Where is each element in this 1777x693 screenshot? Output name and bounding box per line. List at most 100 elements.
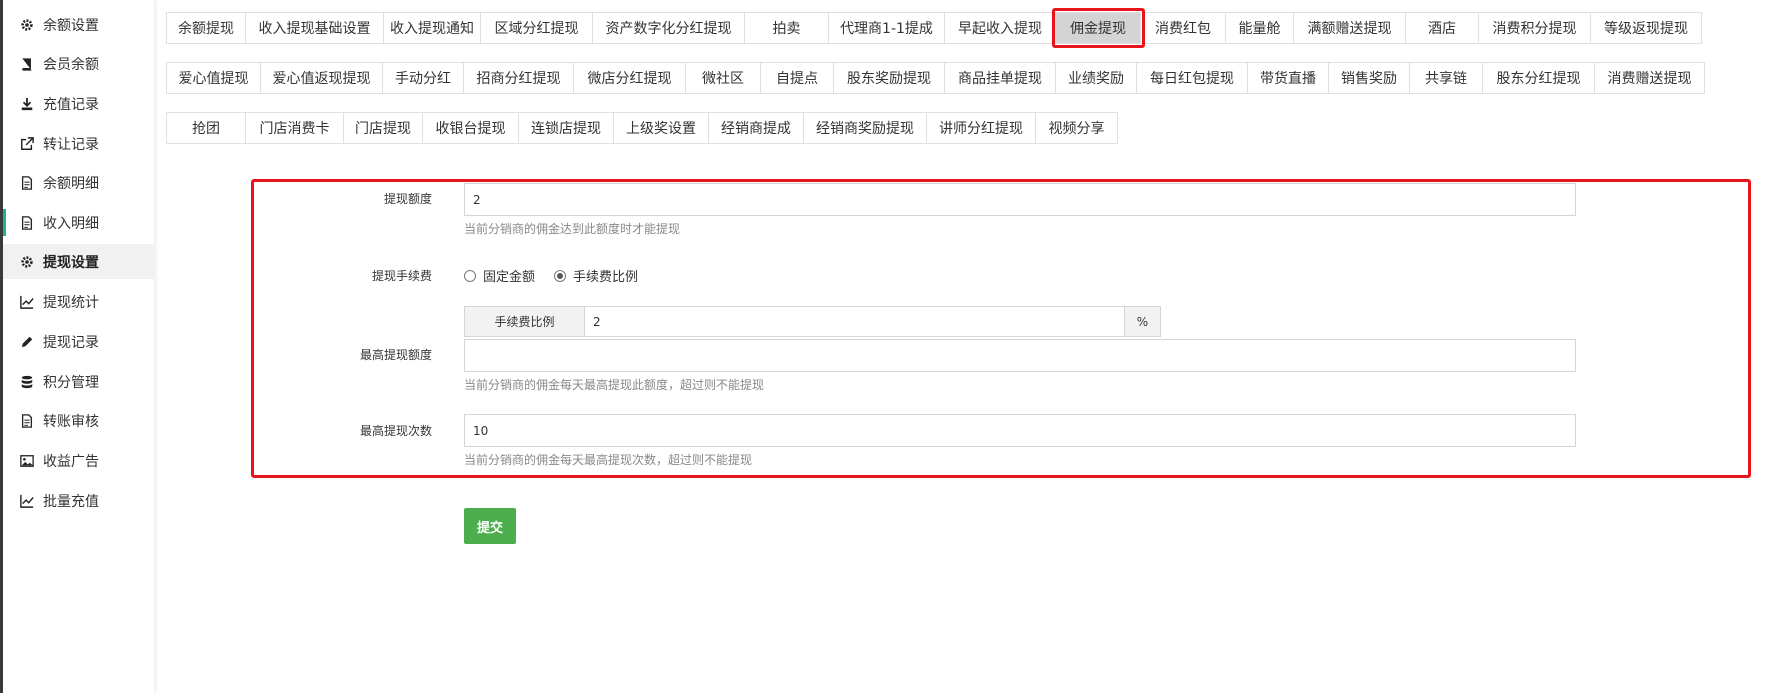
tab-item[interactable]: 拍卖 (744, 12, 829, 44)
tab-item[interactable]: 上级奖设置 (613, 112, 709, 144)
tab-item[interactable]: 共享链 (1409, 62, 1483, 94)
tab-item[interactable]: 余额提现 (166, 12, 246, 44)
tab-item[interactable]: 业绩奖励 (1055, 62, 1137, 94)
tab-item[interactable]: 收入提现通知 (383, 12, 481, 44)
max-amount-help: 当前分销商的佣金每天最高提现此额度，超过则不能提现 (464, 378, 765, 392)
tab-item[interactable]: 招商分红提现 (463, 62, 574, 94)
line-chart-icon (19, 493, 35, 509)
document-icon (19, 175, 35, 191)
sidebar-item-label: 充值记录 (43, 96, 99, 113)
tab-item[interactable]: 连锁店提现 (518, 112, 614, 144)
tab-item[interactable]: 能量舱 (1225, 12, 1294, 44)
tab-item[interactable]: 微店分红提现 (573, 62, 686, 94)
sidebar-item-label: 转账审核 (43, 413, 99, 430)
sidebar-item-balance-details[interactable]: 余额明细 (3, 165, 154, 200)
tab-item[interactable]: 经销商提成 (708, 112, 804, 144)
line-chart-icon (19, 294, 35, 310)
max-count-input[interactable] (464, 414, 1576, 447)
tab-item[interactable]: 抢团 (166, 112, 246, 144)
tab-item[interactable]: 视频分享 (1035, 112, 1118, 144)
tab-item[interactable]: 爱心值提现 (166, 62, 261, 94)
tab-item[interactable]: 销售奖励 (1328, 62, 1410, 94)
gear-icon (19, 254, 35, 270)
fee-fixed-radio[interactable]: 固定金额 (464, 266, 535, 285)
sidebar-item-balance-settings[interactable]: 余额设置 (3, 7, 154, 42)
external-link-icon (19, 136, 35, 152)
withdraw-amount-input[interactable] (464, 183, 1576, 216)
withdraw-amount-help: 当前分销商的佣金达到此额度时才能提现 (464, 222, 681, 236)
sidebar: 余额设置 会员余额 充值记录 转让记录 余额明细 收入明细 提现设置 提现统计 … (3, 0, 154, 693)
tab-item[interactable]: 酒店 (1405, 12, 1479, 44)
tab-item[interactable]: 门店提现 (343, 112, 423, 144)
sidebar-item-member-balance[interactable]: 会员余额 (3, 46, 154, 81)
tab-item[interactable]: 股东奖励提现 (833, 62, 945, 94)
sidebar-item-batch-recharge[interactable]: 批量充值 (3, 483, 154, 518)
tab-item[interactable]: 带货直播 (1247, 62, 1329, 94)
tab-item[interactable]: 每日红包提现 (1136, 62, 1248, 94)
sidebar-item-withdraw-records[interactable]: 提现记录 (3, 324, 154, 359)
sidebar-item-withdraw-stats[interactable]: 提现统计 (3, 284, 154, 319)
tab-item[interactable]: 早起收入提现 (944, 12, 1056, 44)
sidebar-item-label: 积分管理 (43, 374, 99, 391)
sidebar-item-recharge-records[interactable]: 充值记录 (3, 86, 154, 121)
tab-item[interactable]: 经销商奖励提现 (803, 112, 927, 144)
tab-item[interactable]: 消费红包 (1140, 12, 1226, 44)
image-icon (19, 453, 35, 469)
tab-item[interactable]: 消费赠送提现 (1594, 62, 1705, 94)
tab-item[interactable]: 商品挂单提现 (944, 62, 1056, 94)
sidebar-item-transfer-review[interactable]: 转账审核 (3, 403, 154, 438)
sidebar-item-label: 提现设置 (43, 254, 99, 271)
tab-commission-withdraw[interactable]: 佣金提现 (1055, 12, 1141, 44)
sidebar-item-income-details[interactable]: 收入明细 (3, 205, 154, 240)
tab-row-2: 爱心值提现 爱心值返现提现 手动分红 招商分红提现 微店分红提现 微社区 自提点… (166, 62, 1705, 94)
tab-item[interactable]: 爱心值返现提现 (260, 62, 383, 94)
tab-item[interactable]: 收入提现基础设置 (245, 12, 384, 44)
tab-item[interactable]: 消费积分提现 (1478, 12, 1591, 44)
document-icon (19, 413, 35, 429)
database-icon (19, 374, 35, 390)
sidebar-item-transfer-records[interactable]: 转让记录 (3, 126, 154, 161)
tab-row-1: 余额提现 收入提现基础设置 收入提现通知 区域分红提现 资产数字化分红提现 拍卖… (166, 12, 1702, 44)
tab-item[interactable]: 等级返现提现 (1590, 12, 1702, 44)
tab-item[interactable]: 股东分红提现 (1482, 62, 1595, 94)
sidebar-item-points-management[interactable]: 积分管理 (3, 364, 154, 399)
download-icon (19, 96, 35, 112)
withdraw-fee-label: 提现手续费 (371, 269, 432, 283)
radio-circle-checked (554, 269, 566, 282)
sidebar-item-label: 会员余额 (43, 56, 99, 73)
sidebar-item-label: 提现统计 (43, 294, 99, 311)
max-amount-input[interactable] (464, 339, 1576, 372)
max-count-help: 当前分销商的佣金每天最高提现次数，超过则不能提现 (464, 453, 753, 467)
tab-item[interactable]: 代理商1-1提成 (828, 12, 945, 44)
withdraw-amount-label: 提现额度 (383, 192, 432, 206)
sidebar-item-label: 余额明细 (43, 175, 99, 192)
sidebar-item-label: 收入明细 (43, 215, 99, 232)
sidebar-item-label: 提现记录 (43, 334, 99, 351)
tab-item[interactable]: 门店消费卡 (245, 112, 344, 144)
tab-item[interactable]: 区域分红提现 (480, 12, 593, 44)
tab-item[interactable]: 自提点 (760, 62, 834, 94)
document-icon (19, 215, 35, 231)
submit-button[interactable]: 提交 (464, 508, 516, 544)
sidebar-item-label: 余额设置 (43, 17, 99, 34)
tab-item[interactable]: 手动分红 (382, 62, 464, 94)
sidebar-item-label: 转让记录 (43, 136, 99, 153)
tab-item[interactable]: 满额赠送提现 (1293, 12, 1406, 44)
tab-row-3: 抢团 门店消费卡 门店提现 收银台提现 连锁店提现 上级奖设置 经销商提成 经销… (166, 112, 1118, 144)
tab-item[interactable]: 微社区 (685, 62, 761, 94)
tab-item[interactable]: 讲师分红提现 (926, 112, 1036, 144)
tab-item[interactable]: 资产数字化分红提现 (592, 12, 745, 44)
book-icon (19, 56, 35, 72)
radio-circle (464, 269, 476, 282)
fee-ratio-radio[interactable]: 手续费比例 (554, 266, 638, 285)
fee-fixed-label: 固定金额 (483, 270, 536, 285)
fee-ratio-addon: 手续费比例 (464, 306, 585, 337)
sidebar-item-withdraw-settings[interactable]: 提现设置 (3, 244, 154, 279)
max-count-label: 最高提现次数 (359, 424, 432, 438)
fee-ratio-input[interactable] (584, 306, 1125, 337)
max-amount-label: 最高提现额度 (359, 348, 432, 362)
gear-icon (19, 17, 35, 33)
sidebar-item-revenue-ads[interactable]: 收益广告 (3, 443, 154, 478)
tab-item[interactable]: 收银台提现 (422, 112, 519, 144)
fee-ratio-unit: % (1124, 306, 1161, 337)
